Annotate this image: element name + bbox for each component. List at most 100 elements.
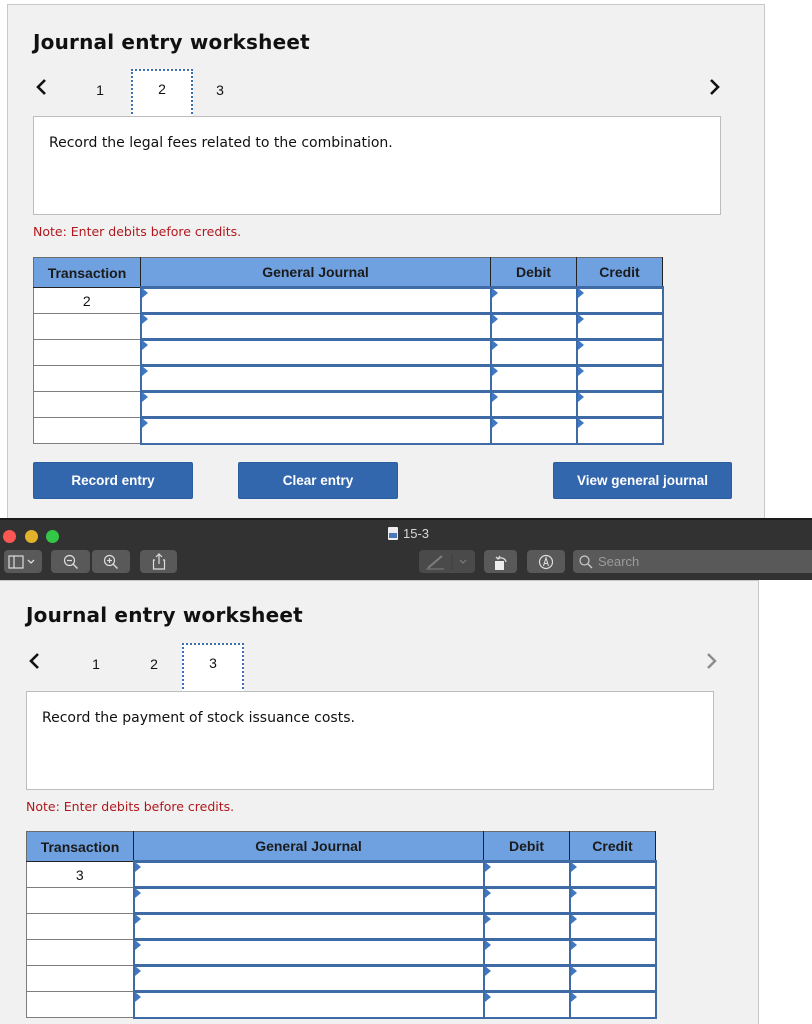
debit-cell[interactable] — [489, 286, 578, 315]
account-input[interactable] — [141, 341, 490, 364]
pager-next-button[interactable] — [708, 77, 722, 97]
debit-input[interactable] — [484, 863, 569, 886]
account-cell[interactable] — [139, 286, 492, 315]
debit-input[interactable] — [484, 915, 569, 938]
debit-input[interactable] — [484, 967, 569, 990]
header-general-journal: General Journal — [133, 831, 484, 862]
account-cell[interactable] — [132, 886, 485, 915]
credit-input[interactable] — [577, 419, 662, 443]
debit-input[interactable] — [491, 341, 576, 364]
account-input[interactable] — [134, 889, 483, 912]
search-input[interactable] — [598, 554, 798, 569]
credit-cell[interactable] — [568, 860, 657, 889]
credit-input[interactable] — [570, 967, 655, 990]
debit-input[interactable] — [491, 367, 576, 390]
markup-pen-button[interactable] — [419, 550, 475, 573]
account-cell[interactable] — [139, 364, 492, 393]
pager-prev-button[interactable] — [27, 651, 41, 671]
account-cell[interactable] — [139, 390, 492, 419]
account-cell[interactable] — [132, 912, 485, 941]
account-input[interactable] — [141, 393, 490, 416]
annotate-button[interactable] — [527, 550, 565, 573]
pager-next-button-disabled[interactable] — [705, 651, 719, 671]
credit-cell[interactable] — [568, 990, 657, 1019]
transaction-cell — [26, 965, 134, 992]
credit-input[interactable] — [577, 315, 662, 338]
rotate-button[interactable] — [484, 550, 517, 573]
account-cell[interactable] — [139, 312, 492, 341]
credit-cell[interactable] — [575, 338, 664, 367]
account-input[interactable] — [134, 993, 483, 1017]
account-cell[interactable] — [132, 860, 485, 889]
table-row — [33, 416, 664, 445]
credit-input[interactable] — [570, 889, 655, 912]
credit-cell[interactable] — [568, 964, 657, 993]
credit-cell[interactable] — [575, 364, 664, 393]
account-input[interactable] — [141, 315, 490, 338]
debit-input[interactable] — [491, 315, 576, 338]
credit-input[interactable] — [570, 993, 655, 1017]
pager-page-2-active[interactable]: 2 — [131, 69, 193, 121]
credit-cell[interactable] — [568, 912, 657, 941]
account-cell[interactable] — [139, 338, 492, 367]
table-row — [33, 390, 664, 419]
window-zoom-button[interactable] — [46, 530, 59, 543]
account-input[interactable] — [141, 289, 490, 312]
note-text: Note: Enter debits before credits. — [33, 224, 242, 239]
debit-input[interactable] — [484, 941, 569, 964]
debit-cell[interactable] — [482, 912, 571, 941]
credit-input[interactable] — [570, 941, 655, 964]
account-cell[interactable] — [132, 938, 485, 967]
account-input[interactable] — [134, 967, 483, 990]
debit-cell[interactable] — [482, 860, 571, 889]
record-entry-button[interactable]: Record entry — [33, 462, 193, 499]
credit-cell[interactable] — [575, 416, 664, 445]
account-input[interactable] — [134, 941, 483, 964]
debit-cell[interactable] — [482, 886, 571, 915]
credit-cell[interactable] — [575, 312, 664, 341]
credit-cell[interactable] — [568, 886, 657, 915]
credit-input[interactable] — [570, 915, 655, 938]
debit-cell[interactable] — [482, 964, 571, 993]
share-button[interactable] — [140, 550, 177, 573]
credit-cell[interactable] — [575, 286, 664, 315]
debit-input[interactable] — [491, 289, 576, 312]
account-cell[interactable] — [132, 964, 485, 993]
credit-cell[interactable] — [568, 938, 657, 967]
credit-input[interactable] — [570, 863, 655, 886]
debit-cell[interactable] — [489, 364, 578, 393]
credit-input[interactable] — [577, 393, 662, 416]
debit-cell[interactable] — [489, 390, 578, 419]
credit-cell[interactable] — [575, 390, 664, 419]
credit-input[interactable] — [577, 341, 662, 364]
debit-cell[interactable] — [489, 312, 578, 341]
sidebar-toggle-button[interactable] — [4, 550, 42, 573]
zoom-in-button[interactable] — [92, 550, 130, 573]
debit-cell[interactable] — [489, 416, 578, 445]
view-general-journal-button[interactable]: View general journal — [553, 462, 732, 499]
prompt-text: Record the legal fees related to the com… — [49, 135, 393, 151]
credit-input[interactable] — [577, 289, 662, 312]
clear-entry-button[interactable]: Clear entry — [238, 462, 398, 499]
account-input[interactable] — [134, 863, 483, 886]
debit-input[interactable] — [484, 889, 569, 912]
zoom-out-button[interactable] — [51, 550, 90, 573]
window-close-button[interactable] — [3, 530, 16, 543]
pager-prev-button[interactable] — [34, 77, 48, 97]
debit-cell[interactable] — [489, 338, 578, 367]
debit-input[interactable] — [491, 393, 576, 416]
debit-input[interactable] — [491, 419, 576, 443]
account-cell[interactable] — [132, 990, 485, 1019]
table-row — [26, 912, 657, 941]
debit-cell[interactable] — [482, 990, 571, 1019]
window-minimize-button[interactable] — [25, 530, 38, 543]
account-input[interactable] — [134, 915, 483, 938]
search-field[interactable] — [573, 550, 812, 573]
debit-input[interactable] — [484, 993, 569, 1017]
debit-cell[interactable] — [482, 938, 571, 967]
account-cell[interactable] — [139, 416, 492, 445]
credit-input[interactable] — [577, 367, 662, 390]
pager-page-3-active[interactable]: 3 — [182, 643, 244, 693]
account-input[interactable] — [141, 419, 490, 443]
account-input[interactable] — [141, 367, 490, 390]
